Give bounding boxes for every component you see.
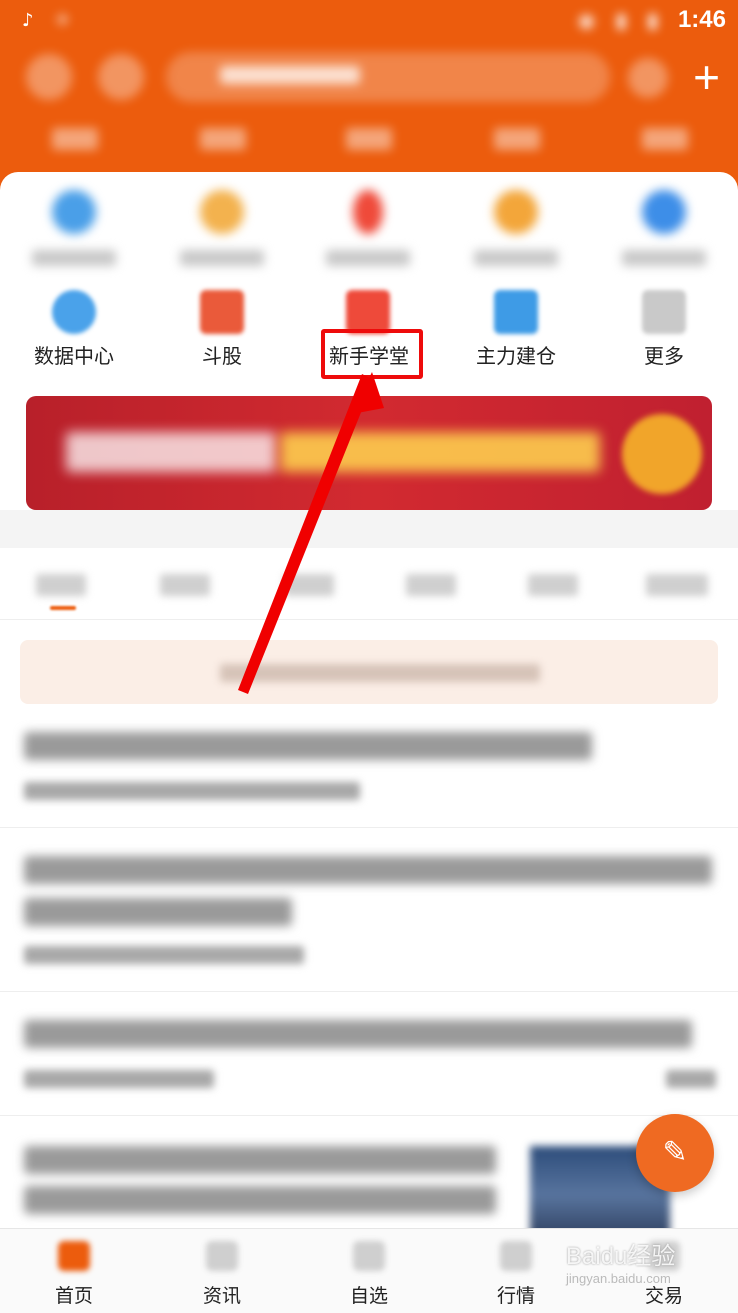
avatar-icon[interactable]: [26, 54, 72, 100]
wifi-icon: ◉: [577, 8, 596, 32]
more-icon: [604, 172, 724, 334]
tab-item[interactable]: [528, 574, 578, 596]
notice-bar[interactable]: [20, 640, 718, 704]
list-item[interactable]: [0, 828, 738, 992]
beginner-school-icon: [308, 172, 428, 334]
index-item[interactable]: [642, 128, 688, 150]
list-item[interactable]: [0, 992, 738, 1116]
index-item[interactable]: [52, 128, 98, 150]
index-item[interactable]: [346, 128, 392, 150]
shortcut-more[interactable]: 更多: [590, 340, 738, 369]
tiktok-notification-icon: ♪: [22, 10, 34, 31]
signal-icon: ▮: [615, 8, 627, 32]
nav-news[interactable]: 资讯: [148, 1229, 296, 1313]
nav-home[interactable]: 首页: [0, 1229, 148, 1313]
watermark: Baidu经验 jingyan.baidu.com: [566, 1243, 676, 1286]
list-item[interactable]: [0, 712, 738, 828]
status-bar: ♪ ✈ ◉ ▮ ▮ 1:46: [0, 0, 738, 44]
tab-indicator: [50, 606, 76, 610]
tab-item[interactable]: [36, 574, 86, 596]
tab-item[interactable]: [160, 574, 210, 596]
battery-icon: ▮: [646, 8, 658, 32]
data-center-icon: [14, 172, 134, 334]
index-item[interactable]: [494, 128, 540, 150]
nav-watchlist[interactable]: 自选: [295, 1229, 443, 1313]
tab-item[interactable]: [406, 574, 456, 596]
promo-banner[interactable]: [26, 396, 712, 510]
status-time: 1:46: [677, 6, 726, 33]
news-tabs: [0, 548, 738, 620]
shortcut-data-center[interactable]: 数据中心: [0, 340, 148, 369]
market-icon: [500, 1241, 532, 1271]
notification-icon: ✈: [55, 10, 71, 31]
shortcut-stock-battle[interactable]: 斗股: [148, 340, 296, 369]
tab-item[interactable]: [646, 574, 708, 596]
coin-icon: [622, 414, 702, 494]
message-icon[interactable]: [98, 54, 144, 100]
market-indices: [0, 112, 738, 168]
index-item[interactable]: [200, 128, 246, 150]
search-input[interactable]: [166, 52, 610, 102]
tab-item[interactable]: [284, 574, 334, 596]
search-row: [0, 48, 738, 108]
home-icon: [58, 1241, 90, 1271]
stock-battle-icon: [162, 172, 282, 334]
service-icon[interactable]: [628, 58, 668, 98]
highlight-box: [321, 329, 423, 379]
news-icon: [206, 1241, 238, 1271]
edit-icon[interactable]: ✎: [636, 1114, 714, 1192]
app-screen: ♪ ✈ ◉ ▮ ▮ 1:46 + 数据中心 斗股 新手学堂 主力建仓 更多 ✎ …: [0, 0, 738, 1313]
add-icon[interactable]: +: [693, 50, 720, 104]
watchlist-icon: [353, 1241, 385, 1271]
main-force-icon: [456, 172, 576, 334]
shortcut-main-force[interactable]: 主力建仓: [442, 340, 590, 369]
